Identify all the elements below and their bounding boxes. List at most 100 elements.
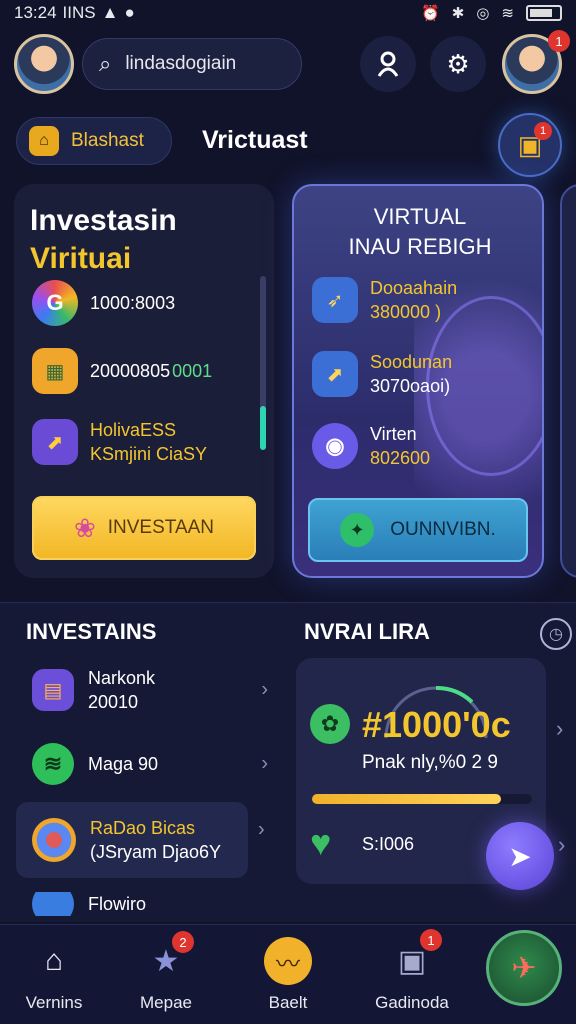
item-value: 20000805 xyxy=(90,361,171,381)
rocket-icon: ➶ xyxy=(312,277,358,323)
list-item[interactable]: RaDao Bicas (JSryam Djao6Y xyxy=(16,802,248,878)
investment-card-right[interactable]: VIRTUAL INAU REBIGH ➶ Dooaahain 380000 )… xyxy=(292,184,544,578)
tab-badge: 1 xyxy=(420,929,442,951)
item-subtitle: 802600 xyxy=(370,448,431,468)
chevron-right-icon[interactable]: › xyxy=(558,832,565,858)
chart-up-icon: ⬈ xyxy=(32,419,78,465)
g-coin-icon: G xyxy=(32,280,78,326)
item-title: Maga 90 xyxy=(88,754,159,774)
list-item[interactable]: ⬈ Soodunan 3070oaoi) xyxy=(312,350,452,398)
invest-button-label: INVESTAAN xyxy=(107,517,215,538)
item-title: Dooaahain xyxy=(370,278,458,298)
portfolio-subtitle: Pnak nly,%0 2 9 xyxy=(362,752,498,773)
status-time: 13:24 xyxy=(14,3,57,22)
chevron-right-icon: › xyxy=(261,752,268,775)
chevron-right-icon: › xyxy=(261,678,268,701)
nfc-icon: ◎ xyxy=(476,5,490,22)
user-icon[interactable] xyxy=(360,36,416,92)
item-title: Flowiro xyxy=(88,894,147,914)
document-icon: ▤ xyxy=(32,669,74,711)
tab-home[interactable]: ⌂ Vernins xyxy=(12,925,96,1024)
balance-label: Blashast xyxy=(71,130,144,151)
message-icon: ● xyxy=(124,3,135,22)
chart-icon: 〰 xyxy=(264,937,312,985)
continue-button-label: OUNNVIBN. xyxy=(390,519,496,540)
list-item[interactable]: Flowiro xyxy=(16,892,278,916)
heart-icon: ♥ xyxy=(310,822,332,863)
signal-bars-icon: ▲ xyxy=(101,3,119,22)
target-icon: ◉ xyxy=(312,423,358,469)
search-icon: ⌕ xyxy=(99,51,112,76)
investment-card-left[interactable]: Investasin Virituai G 1000:8003 ▦ 200008… xyxy=(14,184,274,578)
tab-label: Gadinoda xyxy=(375,993,449,1012)
clover-icon: ✿ xyxy=(310,704,350,744)
list-item[interactable]: ◉ Virten 802600 xyxy=(312,422,430,470)
status-left-text: IINS xyxy=(62,3,96,22)
home-icon: ⌂ xyxy=(44,944,64,977)
rocket-fab-button[interactable]: ✈ xyxy=(486,930,562,1006)
item-extra: 0001 xyxy=(172,361,213,381)
coin-icon xyxy=(32,892,74,916)
avatar[interactable] xyxy=(14,34,74,94)
portfolio-amount: #1000'0c xyxy=(362,704,511,745)
list-item[interactable]: ⬈ HolivaESS KSmjini CiaSY xyxy=(32,418,207,466)
item-subtitle: (JSryam Djao6Y xyxy=(90,842,222,862)
money-icon: ▦ xyxy=(32,348,78,394)
next-card-peek[interactable] xyxy=(560,184,576,578)
list-item[interactable]: ▦ 20000805 0001 xyxy=(32,348,212,394)
scrollbar-thumb[interactable] xyxy=(260,406,266,450)
search-input[interactable]: lindasdogiain xyxy=(125,53,236,75)
tab-favorites[interactable]: ★ 2 Mepae xyxy=(124,925,208,1024)
list-item[interactable]: ➶ Dooaahain 380000 ) xyxy=(312,276,457,324)
tab-label: Mepae xyxy=(140,993,192,1012)
tab-label: Vernins xyxy=(25,993,83,1012)
balance-pill[interactable]: ⌂ Blashast xyxy=(16,117,172,165)
circles-icon: ❀ xyxy=(73,512,96,543)
leaf-icon: ✦ xyxy=(340,513,375,547)
tab-devices[interactable]: ▣ 1 Gadinoda xyxy=(370,925,454,1024)
search-bar[interactable]: ⌕ lindasdogiain xyxy=(82,38,302,90)
list-item[interactable]: G 1000:8003 xyxy=(32,280,175,326)
item-subtitle: 380000 ) xyxy=(370,302,442,322)
battery-icon xyxy=(526,5,562,21)
investments-title: INVESTAINS xyxy=(26,619,157,644)
invest-button[interactable]: ❀ INVESTAAN xyxy=(32,496,256,560)
tab-charts[interactable]: 〰 Baelt xyxy=(246,925,330,1024)
compass-button[interactable]: ➤ xyxy=(486,822,554,890)
bluetooth-icon: ✱ xyxy=(451,5,465,22)
top-bar: ⌕ lindasdogiain ⚙ 1 xyxy=(0,30,576,100)
page-title: Vrictuast xyxy=(202,126,308,154)
right-card-title: VIRTUAL xyxy=(373,204,467,229)
wifi-icon: ≋ xyxy=(501,5,514,22)
right-card-subtitle: INAU REBIGH xyxy=(348,234,492,259)
device-icon: ▣ 1 xyxy=(388,929,442,985)
gear-icon[interactable]: ⚙ xyxy=(430,36,486,92)
item-title: RaDao Bicas xyxy=(90,818,196,838)
item-value: 1000:8003 xyxy=(90,293,176,313)
tab-label: Baelt xyxy=(268,993,308,1012)
alarm-icon: ⏰ xyxy=(421,5,440,22)
gift-badge: 1 xyxy=(534,122,552,140)
progress-bar xyxy=(312,794,532,804)
portfolio-title: NVRAI LIRA xyxy=(304,619,430,644)
left-card-title: Investasin xyxy=(30,204,177,237)
list-item[interactable]: ≋ Maga 90 › xyxy=(16,734,278,794)
portfolio-footer: S:I006 xyxy=(362,834,415,854)
continue-button[interactable]: ✦ OUNNVIBN. xyxy=(308,498,528,562)
left-card-subtitle: Virituai xyxy=(30,242,132,275)
item-title: Virten xyxy=(370,424,417,444)
house-icon: ⌂ xyxy=(29,126,59,156)
item-subtitle: 3070oaoi) xyxy=(370,376,451,396)
trend-icon: ⬈ xyxy=(312,351,358,397)
gift-icon[interactable]: ▣ xyxy=(498,113,562,177)
status-bar: 13:24 IINS ▲ ● ⏰ ✱ ◎ ≋ xyxy=(0,0,576,26)
profile-badge: 1 xyxy=(548,30,570,52)
star-icon: ★ 2 xyxy=(142,931,194,985)
item-title: Narkonk xyxy=(88,668,156,688)
item-title: Soodunan xyxy=(370,352,453,372)
chevron-right-icon[interactable]: › xyxy=(556,716,563,742)
progress-fill xyxy=(312,794,502,804)
clock-icon[interactable]: ◷ xyxy=(540,618,572,650)
item-title: HolivaESS xyxy=(90,420,177,440)
list-item[interactable]: ▤ Narkonk 20010 › xyxy=(16,660,278,720)
